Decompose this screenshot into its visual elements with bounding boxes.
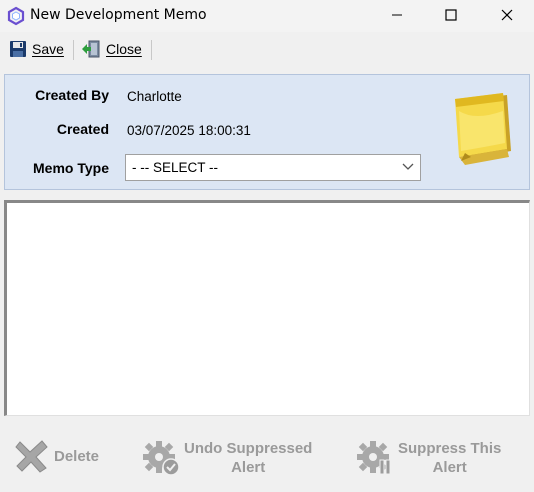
- save-label: Save: [32, 41, 64, 57]
- close-button[interactable]: Close: [81, 39, 142, 59]
- created-by-value: Charlotte: [127, 89, 182, 104]
- created-label: Created: [56, 121, 109, 137]
- toolbar-separator: [151, 40, 152, 60]
- undo-suppressed-alert-label: Undo Suppressed Alert: [184, 440, 313, 476]
- title-bar: New Development Memo: [0, 0, 534, 32]
- gear-check-icon: [143, 441, 180, 476]
- x-icon: [15, 440, 48, 473]
- suppress-this-alert-label: Suppress This Alert: [398, 440, 502, 476]
- memo-type-select[interactable]: - -- SELECT --: [125, 154, 421, 181]
- gear-pause-icon: [357, 441, 391, 475]
- created-by-label: Created By: [35, 87, 109, 103]
- window-title: New Development Memo: [30, 7, 207, 23]
- toolbar-separator: [73, 40, 74, 60]
- maximize-icon: [445, 9, 457, 21]
- close-icon: [501, 9, 513, 21]
- memo-text-area[interactable]: [4, 200, 530, 416]
- chevron-down-icon: [402, 163, 414, 170]
- minimize-icon: [392, 14, 402, 16]
- delete-label: Delete: [54, 447, 100, 465]
- maximize-button[interactable]: [428, 0, 474, 30]
- minimize-button[interactable]: [374, 0, 420, 30]
- memo-type-selected: - -- SELECT --: [132, 160, 219, 175]
- close-label: Close: [106, 41, 142, 57]
- memo-header-panel: Created By Charlotte Created 03/07/2025 …: [4, 74, 530, 190]
- suppress-this-alert-button[interactable]: Suppress This Alert: [356, 438, 501, 478]
- delete-button[interactable]: Delete: [14, 438, 99, 474]
- sticky-note-icon: [445, 91, 515, 171]
- toolbar: Save Close: [0, 34, 534, 64]
- save-button[interactable]: Save: [9, 39, 64, 59]
- exit-door-icon: [82, 40, 100, 58]
- created-value: 03/07/2025 18:00:31: [127, 123, 251, 138]
- app-logo-icon: [6, 6, 26, 26]
- undo-suppressed-alert-button[interactable]: Undo Suppressed Alert: [142, 438, 312, 478]
- close-window-button[interactable]: [484, 0, 530, 30]
- floppy-disk-icon: [10, 41, 26, 57]
- memo-type-label: Memo Type: [33, 160, 109, 176]
